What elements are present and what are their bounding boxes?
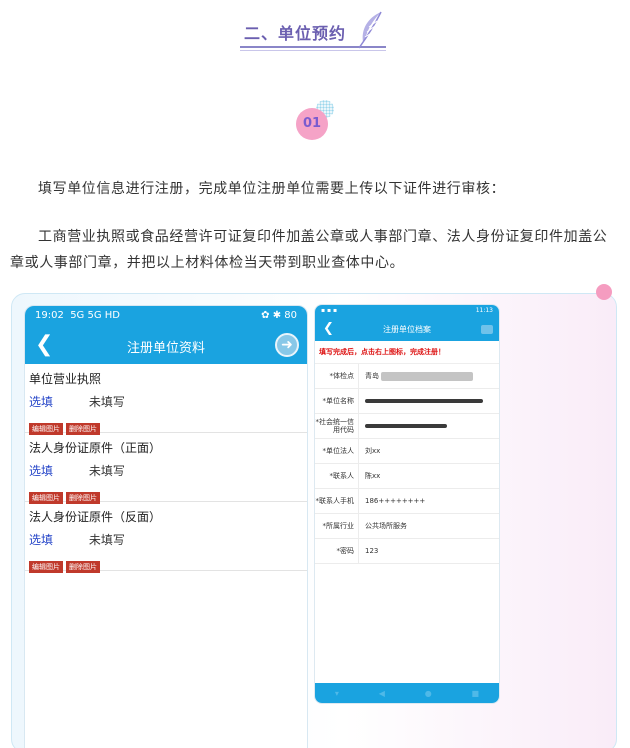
status-bar: ▪ ▪ ▪ 11:13 (315, 305, 499, 319)
fill-state: 未填写 (88, 533, 125, 547)
warning-text: 填写完成后，点击右上图标，完成注册！ (315, 341, 499, 364)
app-header: ❮ 注册单位档案 (315, 319, 499, 341)
form-row-contact-phone: *联系人手机 186++++++++ (315, 489, 499, 514)
title-underline-thin (240, 50, 386, 51)
field-label: *联系人手机 (315, 489, 359, 513)
form-row-contact: *联系人 陈xx (315, 464, 499, 489)
field-label: *社会统一信用代码 (315, 414, 359, 438)
redacted-block (381, 371, 474, 381)
section-name: 法人身份证原件（正面） (29, 441, 162, 455)
redacted-block (365, 424, 447, 428)
field-label: *单位法人 (315, 439, 359, 463)
contact-field[interactable]: 陈xx (359, 471, 380, 481)
industry-field[interactable]: 公共场所服务 (359, 521, 407, 531)
field-label: *单位名称 (315, 389, 359, 413)
fill-state: 未填写 (88, 395, 125, 409)
form-row-checkpoint: *体检点 青岛 (315, 364, 499, 389)
form-row-credit-code: *社会统一信用代码 (315, 414, 499, 439)
status-time: 19:02 (35, 310, 64, 321)
section-name: 单位营业执照 (29, 372, 102, 386)
delete-image-button[interactable]: 删除图片 (66, 561, 100, 573)
section-title-text: 二、单位预约 (244, 24, 347, 43)
status-bar: 19:02 5G 5G HD ✿ ✱ 80 (25, 306, 307, 328)
select-link[interactable]: 选填 (29, 531, 85, 548)
frame-dot-decoration (596, 284, 612, 300)
company-name-field[interactable] (359, 399, 483, 403)
password-field[interactable]: 123 (359, 547, 378, 555)
documents-paragraph: 工商营业执照或食品经营许可证复印件加盖公章或人事部门章、法人身份证复印件加盖公章… (10, 229, 608, 271)
submit-icon[interactable] (481, 325, 493, 334)
app-header: ❮ 注册单位资料 ➜ (25, 328, 307, 364)
section-name: 法人身份证原件（反面） (29, 510, 162, 524)
nav-home-icon[interactable]: ● (425, 689, 432, 698)
field-label: *联系人 (315, 464, 359, 488)
step-number: 01 (296, 108, 328, 140)
page-title: 注册单位档案 (383, 325, 431, 334)
select-link[interactable]: 选填 (29, 393, 85, 410)
page-title: 注册单位资料 (126, 341, 205, 356)
status-signal: 5G 5G HD (70, 310, 120, 321)
status-right: ✿ ✱ 80 (261, 310, 297, 321)
form-row-company-name: *单位名称 (315, 389, 499, 414)
status-left: ▪ ▪ ▪ (321, 307, 338, 314)
edit-image-button[interactable]: 编辑图片 (29, 561, 63, 573)
step-badge: 01 (294, 100, 334, 142)
legal-person-field[interactable]: 刘xx (359, 446, 380, 456)
phone-register-materials: 19:02 5G 5G HD ✿ ✱ 80 ❮ 注册单位资料 ➜ 单位营业执照 … (24, 305, 308, 748)
upload-section-id-back: 法人身份证原件（反面） 选填 未填写 编辑图片 删除图片 (25, 502, 307, 573)
feather-icon (358, 11, 382, 49)
field-label: *所属行业 (315, 514, 359, 538)
status-time: 11:13 (475, 307, 493, 314)
contact-phone-field[interactable]: 186++++++++ (359, 497, 425, 505)
field-label: *体检点 (315, 364, 359, 388)
intro-paragraph: 填写单位信息进行注册，完成单位注册单位需要上传以下证件进行审核： (38, 181, 506, 197)
redacted-block (365, 399, 483, 403)
nav-recent-icon[interactable]: ■ (472, 689, 480, 698)
upload-section-license: 单位营业执照 选填 未填写 编辑图片 删除图片 (25, 364, 307, 435)
bottom-nav-bar: ▾ ◀ ● ■ (315, 683, 499, 703)
fill-state: 未填写 (88, 464, 125, 478)
nav-down-icon[interactable]: ▾ (335, 689, 339, 698)
select-link[interactable]: 选填 (29, 462, 85, 479)
checkpoint-field[interactable]: 青岛 (359, 371, 474, 381)
field-label: *密码 (315, 539, 359, 563)
nav-back-icon[interactable]: ◀ (379, 689, 385, 698)
credit-code-field[interactable] (359, 424, 447, 428)
phone-register-profile: ▪ ▪ ▪ 11:13 ❮ 注册单位档案 填写完成后，点击右上图标，完成注册！ … (314, 304, 500, 704)
upload-section-id-front: 法人身份证原件（正面） 选填 未填写 编辑图片 删除图片 (25, 433, 307, 504)
form-row-industry: *所属行业 公共场所服务 (315, 514, 499, 539)
form-row-password: *密码 123 (315, 539, 499, 564)
form-row-legal-person: *单位法人 刘xx (315, 439, 499, 464)
next-arrow-icon[interactable]: ➜ (275, 333, 299, 357)
